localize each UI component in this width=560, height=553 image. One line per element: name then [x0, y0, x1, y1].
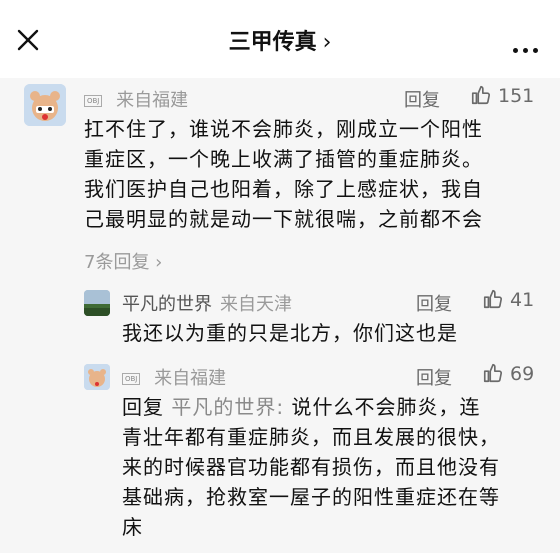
more-icon[interactable]	[508, 38, 538, 57]
comment-meta: OBJ 来自福建	[84, 86, 188, 112]
view-replies-link[interactable]: 7条回复 ›	[84, 248, 162, 274]
user-badge: OBJ	[122, 373, 141, 385]
reply-body: 回复 平凡的世界: 说什么不会肺炎，连 青壮年都有重症肺炎，而且发展的很快， 来…	[122, 392, 542, 542]
mention-link[interactable]: 平凡的世界:	[171, 395, 284, 419]
reply-username[interactable]: 平凡的世界	[122, 294, 212, 315]
reply-text: 说什么不会肺炎，连	[284, 395, 481, 419]
comment-line: 我们医护自己也阳着，除了上感症状，我自	[84, 177, 483, 201]
reply-location: 来自福建	[154, 368, 227, 389]
reply-line: 基础病，抢救室一屋子的阳性重症还在等	[122, 485, 500, 509]
reply-line: 来的时候器官功能都有损伤，而且他没有	[122, 455, 500, 479]
page-title-text: 三甲传真	[228, 30, 317, 55]
thumbs-up-icon	[483, 363, 502, 383]
comment-line: 扛不住了，谁说不会肺炎，刚成立一个阳性	[84, 117, 483, 141]
reply-line: 回复 平凡的世界: 说什么不会肺炎，连	[122, 392, 542, 422]
like-count: 41	[510, 289, 535, 311]
reply-meta: OBJ 来自福建	[122, 364, 226, 390]
comment-line: 重症区，一个晚上收满了插管的重症肺炎。	[84, 147, 483, 171]
avatar[interactable]	[24, 84, 66, 126]
like-button[interactable]: 69	[482, 362, 534, 385]
reply-line: 床	[122, 515, 143, 539]
reply-location: 来自天津	[220, 294, 292, 315]
page-title[interactable]: 三甲传真 ›	[0, 24, 560, 56]
reply-prefix: 回复	[122, 395, 164, 419]
avatar[interactable]	[84, 290, 110, 316]
comment-body: 扛不住了，谁说不会肺炎，刚成立一个阳性 重症区，一个晚上收满了插管的重症肺炎。 …	[84, 114, 544, 234]
like-button[interactable]: 41	[482, 288, 534, 311]
thumbs-up-icon	[483, 289, 502, 309]
like-button[interactable]: 151	[470, 84, 534, 107]
like-count: 151	[498, 85, 535, 107]
comment-line: 己最明显的就是动一下就很喘，之前都不会	[84, 207, 483, 231]
top-bar: 三甲传真 ›	[0, 0, 560, 79]
avatar[interactable]	[84, 364, 110, 390]
comment-thread: OBJ 来自福建 回复 151 扛不住了，谁说不会肺炎，刚成立一个阳性 重症区，…	[0, 78, 560, 553]
reply-body: 我还以为重的只是北方，你们这也是	[122, 321, 458, 345]
chevron-right-icon: ›	[322, 30, 332, 55]
reply-button[interactable]: 回复	[416, 364, 452, 390]
user-badge: OBJ	[84, 95, 103, 107]
like-count: 69	[510, 363, 535, 385]
reply-button[interactable]: 回复	[404, 86, 440, 112]
thumbs-up-icon	[471, 85, 490, 105]
reply-line: 青壮年都有重症肺炎，而且发展的很快，	[122, 425, 500, 449]
reply-meta: 平凡的世界 来自天津	[122, 290, 292, 316]
reply-button[interactable]: 回复	[416, 290, 452, 316]
comment-location: 来自福建	[116, 90, 189, 111]
